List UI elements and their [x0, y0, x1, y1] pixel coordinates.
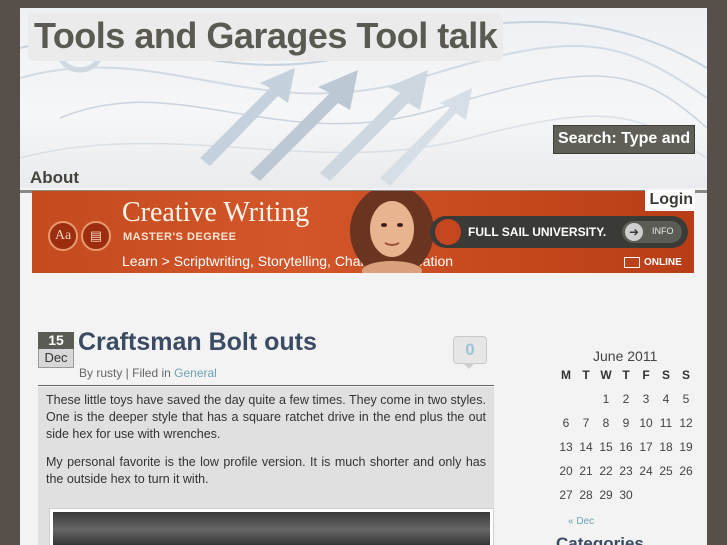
calendar-day: 19 [679, 440, 693, 454]
calendar-day: 14 [579, 440, 593, 454]
categories-heading: Categories [556, 534, 644, 545]
calendar-day: 15 [599, 440, 613, 454]
post-divider [38, 385, 494, 386]
calendar-day: 28 [579, 488, 593, 502]
calendar-day: 1 [602, 392, 610, 406]
ad-banner[interactable]: Aa ▤ Creative Writing MASTER'S DEGREE Le… [32, 191, 694, 273]
post-image-frame [49, 508, 494, 545]
post-meta: By rusty | Filed in General [79, 366, 217, 380]
calendar-day: 26 [679, 464, 693, 478]
calendar-weekday-header: M [561, 368, 571, 382]
post-date-day: 15 [38, 332, 74, 349]
calendar-day: 2 [622, 392, 630, 406]
calendar-day: 25 [659, 464, 673, 478]
calendar-weekday-header: S [681, 368, 690, 382]
comment-bubble-tail [463, 363, 475, 369]
airplane-logo-icon [435, 219, 461, 245]
calendar-day: 12 [679, 416, 693, 430]
school-name: FULL SAIL UNIVERSITY. [468, 225, 607, 239]
calendar-day: 24 [639, 464, 653, 478]
calendar-day: 17 [639, 440, 653, 454]
calendar-weekday-header: T [622, 368, 630, 382]
calendar-day: 9 [622, 416, 630, 430]
calendar-day: 21 [579, 464, 593, 478]
calendar-day: 3 [642, 392, 650, 406]
calendar-day: 7 [582, 416, 590, 430]
info-label: INFO [652, 226, 674, 236]
nav-item-about[interactable]: About [30, 168, 79, 188]
calendar-day: 29 [599, 488, 613, 502]
post-image[interactable] [53, 512, 490, 545]
calendar-day: 11 [659, 416, 673, 430]
calendar-weekday-header: F [642, 368, 650, 382]
calendar-caption: June 2011 [593, 348, 658, 364]
calendar-day: 23 [619, 464, 633, 478]
calendar-day: 10 [639, 416, 653, 430]
calendar-prev-link[interactable]: « Dec [568, 516, 594, 527]
post-date-badge: 15 Dec [38, 332, 74, 368]
calendar-day: 16 [619, 440, 633, 454]
post-date-month: Dec [38, 349, 74, 368]
page-frame: Tools and Garages Tool talk Search: Type… [20, 8, 707, 545]
post-body: These little toys have saved the day qui… [38, 387, 494, 545]
online-label: ONLINE [644, 257, 682, 268]
post-paragraph: These little toys have saved the day qui… [46, 393, 486, 441]
calendar-weekday-header: T [582, 368, 590, 382]
login-link[interactable]: Login [645, 190, 695, 211]
calendar-day: 27 [559, 488, 573, 502]
book-icon: ▤ [81, 221, 111, 251]
post-category-link[interactable]: General [174, 366, 217, 380]
banner-subtitle: MASTER'S DEGREE [123, 231, 237, 243]
site-header: Tools and Garages Tool talk Search: Type… [20, 8, 707, 188]
calendar-day: 18 [659, 440, 673, 454]
calendar-day: 13 [559, 440, 573, 454]
calendar-weekday-header: S [661, 368, 670, 382]
post-title[interactable]: Craftsman Bolt outs [78, 328, 317, 357]
main-nav: About [20, 168, 707, 193]
calendar-day: 4 [662, 392, 670, 406]
search-input[interactable]: Search: Type and [553, 125, 695, 154]
aa-icon: Aa [48, 221, 78, 251]
calendar-day: 5 [682, 392, 690, 406]
calendar-day: 22 [599, 464, 613, 478]
calendar-day: 8 [602, 416, 610, 430]
monitor-icon [624, 257, 640, 268]
post-meta-author: By rusty | Filed in [79, 366, 171, 380]
arrow-right-icon: ➜ [625, 223, 643, 241]
post-paragraph: My personal favorite is the low profile … [46, 455, 486, 486]
calendar-day: 6 [562, 416, 570, 430]
site-title[interactable]: Tools and Garages Tool talk [28, 13, 504, 61]
comment-count-bubble[interactable]: 0 [453, 336, 487, 364]
calendar-day: 30 [619, 488, 633, 502]
calendar-day: 20 [559, 464, 573, 478]
calendar-weekday-header: W [600, 368, 612, 382]
banner-title: Creative Writing [122, 197, 310, 228]
